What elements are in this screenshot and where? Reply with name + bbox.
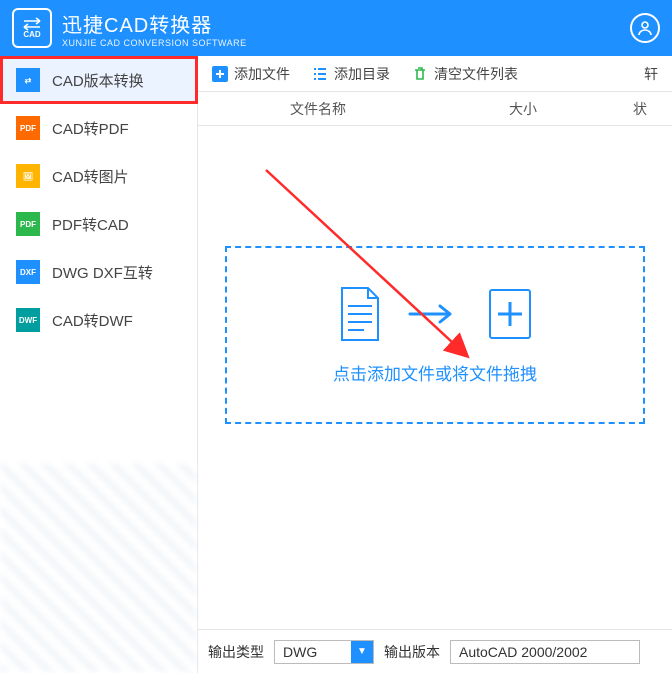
add-file-label: 添加文件 xyxy=(234,64,290,84)
sidebar-item-label: CAD版本转换 xyxy=(52,70,144,91)
sidebar-item-label: PDF转CAD xyxy=(52,214,129,235)
toolbar-trailing: 轩 xyxy=(644,64,658,84)
sidebar-item-label: CAD转PDF xyxy=(52,118,129,139)
sidebar-item-cad-to-pdf[interactable]: PDF CAD转PDF xyxy=(0,104,197,152)
list-icon xyxy=(312,66,328,82)
app-title: 迅捷CAD转换器 xyxy=(62,9,247,38)
trash-icon xyxy=(412,66,428,82)
sidebar-item-dwg-dxf[interactable]: DXF DWG DXF互转 xyxy=(0,248,197,296)
sidebar-icon-cad-pdf: PDF xyxy=(16,116,40,140)
output-type-value: DWG xyxy=(283,644,317,660)
sidebar-item-label: CAD转DWF xyxy=(52,310,133,331)
sidebar-item-label: DWG DXF互转 xyxy=(52,262,153,283)
user-icon[interactable] xyxy=(630,13,660,43)
output-version-value: AutoCAD 2000/2002 xyxy=(459,644,587,660)
app-logo: CAD xyxy=(12,8,52,48)
sidebar-item-cad-version-convert[interactable]: ⇄ CAD版本转换 xyxy=(0,56,197,104)
table-header: 文件名称 大小 状 xyxy=(198,92,672,126)
sidebar-icon-cad-image: 🖼 xyxy=(16,164,40,188)
arrow-right-icon xyxy=(408,304,462,324)
output-type-label: 输出类型 xyxy=(208,642,264,662)
output-version-select[interactable]: AutoCAD 2000/2002 xyxy=(450,640,640,664)
sidebar-icon-dwg-dxf: DXF xyxy=(16,260,40,284)
sidebar-icon-swap: ⇄ xyxy=(16,68,40,92)
sidebar-blur-area xyxy=(0,463,197,673)
plus-icon xyxy=(212,66,228,82)
chevron-down-icon: ▼ xyxy=(351,641,373,663)
add-dir-label: 添加目录 xyxy=(334,64,390,84)
sidebar-item-cad-to-dwf[interactable]: DWF CAD转DWF xyxy=(0,296,197,344)
sidebar-item-pdf-to-cad[interactable]: PDF PDF转CAD xyxy=(0,200,197,248)
col-size: 大小 xyxy=(438,99,608,119)
app-subtitle: XUNJIE CAD CONVERSION SOFTWARE xyxy=(62,38,247,48)
clear-list-button[interactable]: 清空文件列表 xyxy=(412,64,518,84)
output-version-label: 输出版本 xyxy=(384,642,440,662)
main-panel: 添加文件 添加目录 清空文件列表 轩 文件名称 大小 状 xyxy=(198,56,672,673)
document-icon xyxy=(336,286,384,342)
clear-list-label: 清空文件列表 xyxy=(434,64,518,84)
add-document-icon xyxy=(486,286,534,342)
toolbar: 添加文件 添加目录 清空文件列表 轩 xyxy=(198,56,672,92)
add-file-button[interactable]: 添加文件 xyxy=(212,64,290,84)
col-status: 状 xyxy=(608,99,672,119)
drop-zone-text: 点击添加文件或将文件拖拽 xyxy=(333,360,537,385)
sidebar-item-cad-to-image[interactable]: 🖼 CAD转图片 xyxy=(0,152,197,200)
output-type-select[interactable]: DWG ▼ xyxy=(274,640,374,664)
logo-text: CAD xyxy=(23,31,40,39)
col-filename: 文件名称 xyxy=(198,99,438,119)
output-row: 输出类型 DWG ▼ 输出版本 AutoCAD 2000/2002 xyxy=(198,629,672,673)
sidebar-icon-pdf-cad: PDF xyxy=(16,212,40,236)
logo-arrows-icon xyxy=(20,17,44,31)
drop-zone[interactable]: 点击添加文件或将文件拖拽 xyxy=(225,246,645,424)
sidebar-icon-cad-dwf: DWF xyxy=(16,308,40,332)
sidebar: ⇄ CAD版本转换 PDF CAD转PDF 🖼 CAD转图片 PDF PDF转C… xyxy=(0,56,198,673)
drop-zone-icons xyxy=(336,286,534,342)
app-header: CAD 迅捷CAD转换器 XUNJIE CAD CONVERSION SOFTW… xyxy=(0,0,672,56)
sidebar-item-label: CAD转图片 xyxy=(52,166,129,187)
add-dir-button[interactable]: 添加目录 xyxy=(312,64,390,84)
